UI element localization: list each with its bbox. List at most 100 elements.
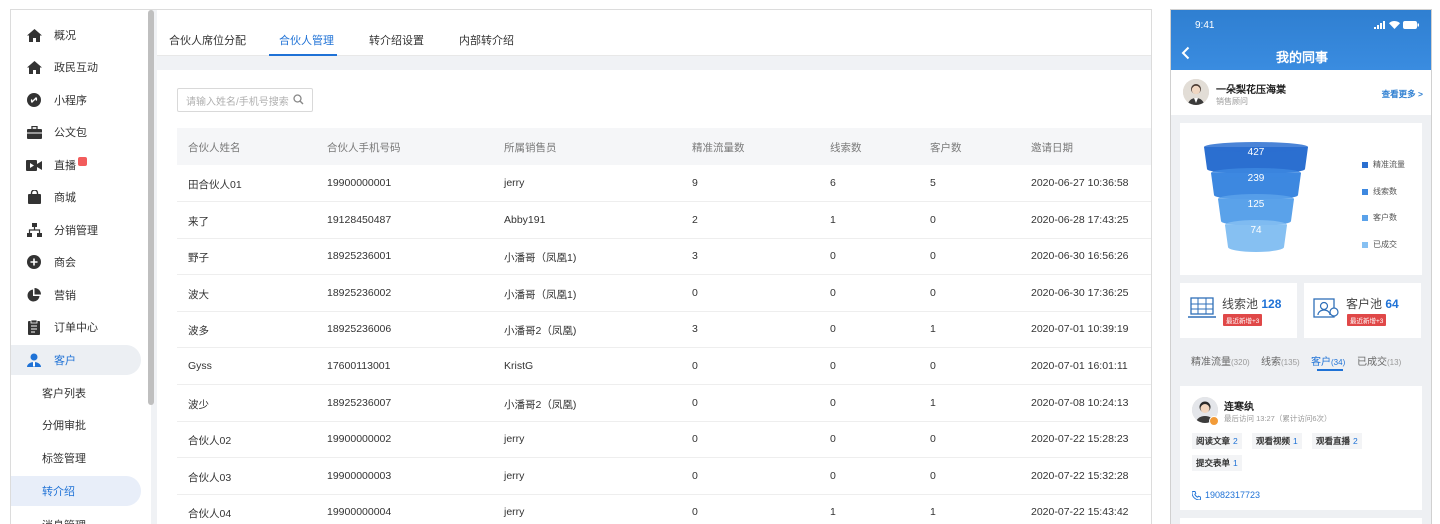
sidebar-item-label: 营销: [54, 290, 76, 302]
sidebar-item-label: 小程序: [54, 95, 87, 107]
table-row[interactable]: 波多 18925236006 小潘哥2（凤凰) 3 0 1 2020-07-01 10:39…: [177, 311, 1151, 349]
table-cell: 0: [930, 286, 936, 299]
active-tab-indicator: [1317, 369, 1343, 371]
sidebar-item-chamber[interactable]: 商会: [11, 247, 141, 277]
customer-name: 连寒纨: [1224, 402, 1254, 413]
last-visit: 最后访问 13:27（累计访问6次）: [1224, 414, 1332, 423]
sidebar-item-label: 客户: [54, 355, 76, 367]
table-cell: 0: [692, 506, 698, 519]
table-row[interactable]: 波少 18925236007 小潘哥2（凤凰) 0 0 1 2020-07-08 10:24…: [177, 385, 1151, 422]
column-header: 客户数: [930, 142, 962, 154]
tab-label: 精准流量: [1191, 357, 1231, 368]
wifi-icon: [1389, 21, 1400, 29]
table-cell: 0: [930, 213, 936, 226]
table-cell: 2020-07-22 15:28:23: [1031, 433, 1129, 446]
search-icon[interactable]: [293, 94, 304, 108]
sidebar-sub-referral[interactable]: 转介绍: [11, 476, 141, 506]
new-badge: 最近新增+3: [1347, 314, 1387, 326]
table-cell: 2: [692, 213, 698, 226]
column-header: 精准流量数: [692, 142, 745, 154]
table-row[interactable]: 合伙人02 19900000002 jerry 0 0 0 2020-07-22 15:28…: [177, 421, 1151, 459]
main-area: 合伙人席位分配 合伙人管理 转介绍设置 内部转介绍 请输入姓名/手机号搜索 合伙…: [157, 10, 1151, 524]
legend-label: 已成交: [1373, 240, 1397, 249]
signal-icon: [1374, 21, 1385, 29]
customer-card[interactable]: 连寒纨 最后访问 13:27（累计访问6次） 阅读文章 2 观看视频 1 观看直播 2…: [1180, 386, 1422, 510]
table-row[interactable]: 田合伙人01 19900000001 jerry 9 6 5 2020-06-27 10:3…: [177, 165, 1151, 202]
sidebar-item-label: 商城: [54, 192, 76, 204]
lead-pool-card[interactable]: 线索池 128 最近新增+3: [1180, 283, 1297, 338]
table-cell: 19900000001: [327, 177, 392, 189]
table-cell: 6: [830, 177, 836, 189]
table-cell: 来了: [188, 215, 209, 228]
tab-partner-management[interactable]: 合伙人管理: [279, 10, 334, 56]
table-cell: 0: [692, 286, 698, 299]
sidebar-sub-message-management[interactable]: 消息管理: [11, 510, 141, 524]
table-cell: 小潘哥（凤凰1): [504, 288, 577, 301]
sidebar-item-overview[interactable]: 概况: [11, 20, 141, 50]
customer-badge-icon: [1209, 416, 1219, 426]
phone-number: 19082317723: [1205, 490, 1261, 500]
table-row[interactable]: 波大 18925236002 小潘哥（凤凰1) 0 0 0 2020-06-30 17:36…: [177, 275, 1151, 312]
sidebar-item-marketing[interactable]: 营销: [11, 280, 141, 310]
home-icon: [26, 27, 42, 43]
table-row[interactable]: 野子 18925236001 小潘哥（凤凰1) 3 0 0 2020-06-30 16:56…: [177, 238, 1151, 276]
status-time: 9:41: [1195, 20, 1215, 31]
table-cell: 野子: [188, 252, 209, 265]
org-chart-icon: [26, 222, 42, 238]
sidebar-item-customer[interactable]: 客户: [11, 345, 141, 375]
search-input[interactable]: 请输入姓名/手机号搜索: [177, 88, 313, 112]
tab-count: (135): [1281, 358, 1300, 367]
sidebar-item-live[interactable]: 直播: [11, 150, 141, 180]
pie-chart-icon: [26, 287, 42, 303]
sidebar-sub-tag-management[interactable]: 标签管理: [11, 443, 141, 473]
tab-referral-settings[interactable]: 转介绍设置: [369, 10, 424, 56]
status-icons: [1374, 21, 1419, 29]
sidebar-sub-customer-list[interactable]: 客户列表: [11, 378, 141, 408]
column-header: 邀请日期: [1031, 142, 1073, 154]
tab-traffic[interactable]: 精准流量(320): [1191, 353, 1250, 368]
table-cell: 19900000003: [327, 469, 392, 482]
sidebar-item-briefcase[interactable]: 公文包: [11, 117, 141, 147]
next-customer-card[interactable]: [1180, 518, 1422, 524]
table-cell: 0: [830, 433, 836, 446]
table-cell: 1: [930, 323, 936, 336]
sidebar-item-orders[interactable]: 订单中心: [11, 312, 141, 342]
table-row[interactable]: 来了 19128450487 Abby191 2 1 0 2020-06-28 17:43:…: [177, 202, 1151, 239]
customer-phone-link[interactable]: 19082317723: [1192, 490, 1260, 500]
sidebar-sub-commission-approval[interactable]: 分佣审批: [11, 410, 141, 440]
table-cell: 18925236007: [327, 396, 392, 409]
sidebar-item-label: 直播: [54, 160, 76, 172]
sidebar-item-miniprogram[interactable]: 小程序: [11, 85, 141, 115]
view-more-link[interactable]: 查看更多 >: [1382, 88, 1423, 100]
column-header: 所属销售员: [504, 142, 557, 154]
tab-internal-referral[interactable]: 内部转介绍: [459, 10, 514, 56]
table-cell: 小潘哥2（凤凰): [504, 325, 577, 338]
tab-count: (320): [1231, 358, 1250, 367]
tab-deals[interactable]: 已成交(13): [1357, 353, 1401, 368]
tab-count: (13): [1387, 358, 1402, 367]
table-row[interactable]: Gyss 17600113001 KristG 0 0 0 2020-07-01 16:01…: [177, 348, 1151, 385]
table-cell: 19128450487: [327, 213, 392, 226]
pool-count: 64: [1385, 297, 1399, 311]
legend-label: 精准流量: [1373, 160, 1405, 169]
sidebar-item-distribution[interactable]: 分销管理: [11, 215, 141, 245]
funnel-card: 427 239 125 74 精准流量 线索数 客户数 已成交: [1180, 123, 1422, 275]
table-cell: 0: [830, 396, 836, 409]
stat-label: 提交表单: [1196, 458, 1231, 468]
sidebar-item-mall[interactable]: 商城: [11, 182, 141, 212]
customer-pool-card[interactable]: 客户池 64 最近新增+3: [1304, 283, 1421, 338]
sidebar-item-interaction[interactable]: 政民互动: [11, 52, 141, 82]
tab-leads[interactable]: 线索(135): [1261, 353, 1300, 368]
tab-customers[interactable]: 客户(34): [1311, 353, 1345, 368]
table-cell: 0: [930, 360, 936, 372]
sidebar-scrollbar[interactable]: [148, 10, 154, 405]
table-cell: 波少: [188, 398, 209, 411]
table-row[interactable]: 合伙人03 19900000003 jerry 0 0 0 2020-07-22 15:32…: [177, 458, 1151, 495]
table-cell: 2020-07-08 10:24:13: [1031, 396, 1129, 409]
legend-item: 线索数: [1362, 186, 1397, 197]
table-cell: 2020-06-28 17:43:25: [1031, 213, 1129, 226]
shopping-bag-icon: [26, 189, 42, 205]
table-row[interactable]: 合伙人04 19900000004 jerry 0 1 1 2020-07-22 15:43…: [177, 494, 1151, 524]
table-cell: 0: [930, 469, 936, 482]
tab-seat-allocation[interactable]: 合伙人席位分配: [169, 10, 246, 56]
